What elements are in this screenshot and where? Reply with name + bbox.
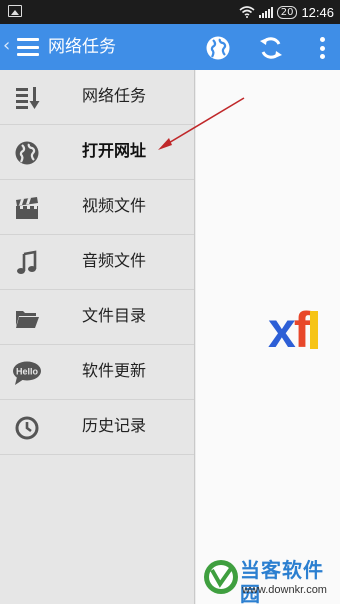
music-note-icon <box>17 250 37 274</box>
logo-letter-f: f <box>293 302 311 358</box>
menu-item-software-update[interactable]: Hello 软件更新 <box>0 345 194 400</box>
signal-icon <box>258 6 273 18</box>
status-right: 20 12:46 <box>239 0 334 24</box>
watermark-url: www.downkr.com <box>242 584 327 596</box>
menu-item-label: 软件更新 <box>82 361 147 380</box>
menu-item-audio-files[interactable]: 音频文件 <box>0 235 194 290</box>
menu-item-video-files[interactable]: 视频文件 <box>0 180 194 235</box>
task-list-icon <box>16 87 40 109</box>
menu-item-history[interactable]: 历史记录 <box>0 400 194 455</box>
menu-item-label: 网络任务 <box>82 86 147 105</box>
menu-item-label: 视频文件 <box>82 196 147 215</box>
menu-item-label: 历史记录 <box>82 416 147 435</box>
logo-cut-shape <box>310 311 319 349</box>
clapperboard-icon <box>16 197 38 219</box>
globe-icon[interactable] <box>205 35 231 61</box>
menu-item-file-directory[interactable]: 文件目录 <box>0 290 194 345</box>
annotation-arrow <box>158 97 245 150</box>
hello-bubble-text: Hello <box>16 367 39 377</box>
menu-item-label: 打开网址 <box>82 141 147 160</box>
hello-bubble-icon: Hello <box>13 361 41 385</box>
wifi-icon <box>239 6 255 18</box>
globe-icon <box>15 141 39 165</box>
clock: 12:46 <box>301 4 334 20</box>
image-notification-icon <box>8 5 22 17</box>
watermark-logo-icon <box>204 560 238 594</box>
more-vert-icon[interactable] <box>312 35 332 61</box>
folder-icon <box>16 311 39 328</box>
watermark: 当客软件园 www.downkr.com <box>198 556 340 604</box>
status-bar: 20 12:46 <box>0 0 340 24</box>
hamburger-icon[interactable] <box>17 38 39 56</box>
menu-item-label: 文件目录 <box>82 306 147 325</box>
back-chevron-icon[interactable]: ‹ <box>3 36 10 56</box>
app-title: 网络任务 <box>48 37 116 57</box>
logo-letter-x: x <box>268 302 296 358</box>
app-bar: ‹ 网络任务 <box>0 24 340 70</box>
watermark-title: 当客软件园 <box>240 558 324 604</box>
partial-logo: xf <box>268 300 319 360</box>
refresh-icon[interactable] <box>258 35 284 61</box>
clock-icon <box>15 416 39 440</box>
battery-indicator: 20 <box>276 5 298 19</box>
menu-item-label: 音频文件 <box>82 251 147 270</box>
